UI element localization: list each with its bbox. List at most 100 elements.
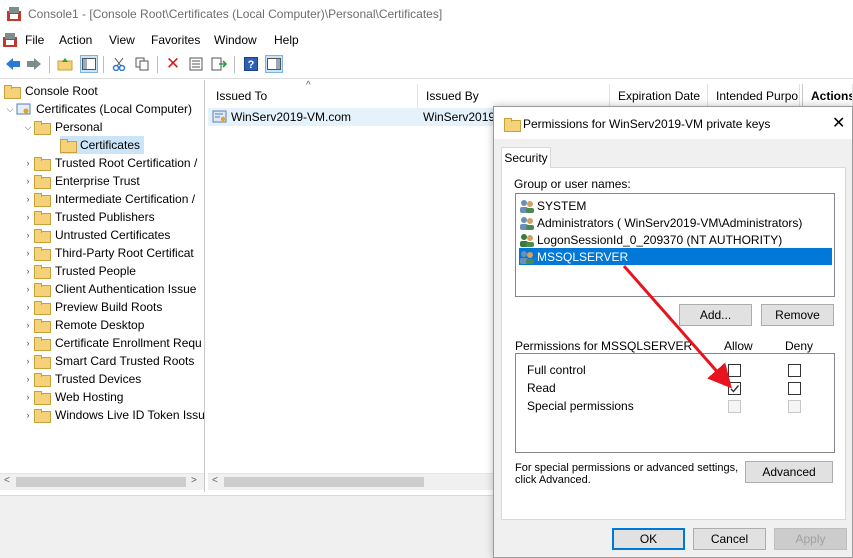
delete-icon[interactable]: ✕	[164, 54, 182, 73]
console-tree: Console Root ⌵ Certificates (Local Compu…	[0, 80, 205, 492]
tree-item-personal[interactable]: ⌵ Personal	[22, 118, 102, 136]
tree-item-folder[interactable]: › Certificate Enrollment Requ	[22, 334, 202, 352]
chevron-down-icon[interactable]: ⌵	[4, 104, 16, 115]
user-list-item-label: SYSTEM	[537, 198, 587, 213]
deny-checkbox[interactable]	[788, 364, 801, 377]
column-intended-purpose[interactable]: Intended Purpo	[708, 84, 800, 108]
folder-icon	[34, 211, 51, 225]
chevron-right-icon[interactable]: ›	[22, 374, 34, 384]
up-folder-icon[interactable]	[56, 55, 74, 73]
deny-checkbox[interactable]	[788, 382, 801, 395]
folder-icon	[34, 283, 51, 297]
tree-item-folder[interactable]: › Trusted Devices	[22, 370, 141, 388]
chevron-right-icon[interactable]: ›	[22, 392, 34, 402]
scroll-right-icon[interactable]: >	[191, 475, 197, 486]
tree-item-folder[interactable]: › Windows Live ID Token Issu	[22, 406, 205, 424]
tree-item-folder[interactable]: › Web Hosting	[22, 388, 123, 406]
tree-item-folder[interactable]: › Third-Party Root Certificat	[22, 244, 194, 262]
chevron-right-icon[interactable]: ›	[22, 356, 34, 366]
user-list-item[interactable]: Administrators ( WinServ2019-VM\Administ…	[519, 214, 832, 231]
tree-item-label: Certificates (Local Computer)	[36, 102, 193, 116]
tree-item-folder[interactable]: › Preview Build Roots	[22, 298, 162, 316]
chevron-right-icon[interactable]: ›	[22, 266, 34, 276]
folder-icon	[504, 118, 521, 132]
advanced-hint-line2: click Advanced.	[515, 474, 591, 486]
allow-checkbox[interactable]	[728, 382, 741, 395]
menu-view[interactable]: View	[109, 33, 135, 47]
show-hide-action-pane-icon[interactable]	[265, 55, 283, 73]
tree-item-folder[interactable]: › Remote Desktop	[22, 316, 144, 334]
chevron-right-icon[interactable]: ›	[22, 194, 34, 204]
allow-checkbox[interactable]	[728, 364, 741, 377]
deny-checkbox[interactable]	[788, 400, 801, 413]
add-button[interactable]: Add...	[679, 304, 752, 326]
folder-icon	[34, 409, 51, 423]
column-issued-by[interactable]: Issued By	[418, 84, 610, 108]
chevron-right-icon[interactable]: ›	[22, 176, 34, 186]
chevron-right-icon[interactable]: ›	[22, 338, 34, 348]
help-icon[interactable]: ?	[242, 55, 260, 73]
allow-checkbox[interactable]	[728, 400, 741, 413]
menu-file[interactable]: File	[25, 33, 44, 47]
tree-item-folder[interactable]: › Trusted Publishers	[22, 208, 155, 226]
chevron-right-icon[interactable]: ›	[22, 248, 34, 258]
tree-item-label: Remote Desktop	[55, 318, 145, 332]
tree-item-folder[interactable]: › Trusted Root Certification /	[22, 154, 197, 172]
chevron-down-icon[interactable]: ⌵	[22, 122, 34, 133]
back-arrow-icon[interactable]	[4, 55, 22, 73]
apply-button[interactable]: Apply	[774, 528, 847, 550]
tree-item-certificates-local-computer[interactable]: ⌵ Certificates (Local Computer)	[4, 100, 192, 118]
scroll-left-icon[interactable]: <	[212, 475, 218, 486]
menu-bar: File Action View Favorites Window Help	[0, 30, 853, 50]
user-list-item[interactable]: LogonSessionId_0_209370 (NT AUTHORITY)	[519, 231, 832, 248]
tab-security[interactable]: Security	[501, 147, 551, 168]
advanced-button[interactable]: Advanced	[745, 461, 833, 483]
cancel-button[interactable]: Cancel	[693, 528, 766, 550]
mmc-menu-icon[interactable]	[2, 32, 18, 48]
chevron-right-icon[interactable]: ›	[22, 230, 34, 240]
chevron-right-icon[interactable]: ›	[22, 158, 34, 168]
user-list-item-label: Administrators ( WinServ2019-VM\Administ…	[537, 215, 803, 230]
tree-item-folder[interactable]: › Smart Card Trusted Roots	[22, 352, 194, 370]
chevron-right-icon[interactable]: ›	[22, 320, 34, 330]
forward-arrow-icon[interactable]	[25, 55, 43, 73]
tree-horizontal-scrollbar[interactable]: < >	[0, 473, 204, 490]
chevron-right-icon[interactable]: ›	[22, 284, 34, 294]
tree-item-folder[interactable]: › Intermediate Certification /	[22, 190, 195, 208]
export-list-icon[interactable]	[210, 55, 228, 73]
scroll-left-icon[interactable]: <	[4, 475, 10, 486]
tree-item-label: Console Root	[25, 84, 98, 98]
menu-action[interactable]: Action	[59, 33, 92, 47]
menu-favorites[interactable]: Favorites	[151, 33, 200, 47]
tree-item-folder[interactable]: › Client Authentication Issue	[22, 280, 196, 298]
column-expiration-date[interactable]: Expiration Date	[610, 84, 708, 108]
tree-item-label: Windows Live ID Token Issu	[55, 408, 205, 422]
menu-window[interactable]: Window	[214, 33, 257, 47]
user-list-item[interactable]: SYSTEM	[519, 197, 832, 214]
chevron-right-icon[interactable]: ›	[22, 302, 34, 312]
menu-help[interactable]: Help	[274, 33, 299, 47]
cell-issued-to: WinServ2019-VM.com	[231, 110, 352, 124]
tree-item-console-root[interactable]: Console Root	[4, 82, 98, 100]
remove-button[interactable]: Remove	[761, 304, 834, 326]
tree-item-certificates[interactable]: Certificates	[60, 136, 144, 154]
column-issued-to[interactable]: Issued To	[208, 84, 418, 108]
properties-icon[interactable]	[187, 55, 205, 73]
copy-icon[interactable]	[133, 55, 151, 73]
ok-button[interactable]: OK	[612, 528, 685, 550]
permissions-dialog: Permissions for WinServ2019-VM private k…	[493, 106, 853, 558]
show-hide-console-tree-icon[interactable]	[80, 55, 98, 73]
user-list-item[interactable]: MSSQLSERVER	[519, 248, 832, 265]
list-horizontal-scrollbar[interactable]: <	[208, 473, 498, 490]
chevron-right-icon[interactable]: ›	[22, 410, 34, 420]
permissions-for-label: Permissions for MSSQLSERVER	[515, 339, 693, 353]
tree-item-folder[interactable]: › Untrusted Certificates	[22, 226, 170, 244]
chevron-right-icon[interactable]: ›	[22, 212, 34, 222]
tree-item-folder[interactable]: › Enterprise Trust	[22, 172, 140, 190]
tree-item-folder[interactable]: › Trusted People	[22, 262, 136, 280]
scrollbar-thumb[interactable]	[224, 477, 424, 487]
scrollbar-thumb[interactable]	[16, 477, 186, 487]
advanced-hint-line1: For special permissions or advanced sett…	[515, 462, 739, 474]
cut-icon[interactable]	[110, 55, 128, 73]
close-icon[interactable]: ✕	[832, 113, 845, 133]
